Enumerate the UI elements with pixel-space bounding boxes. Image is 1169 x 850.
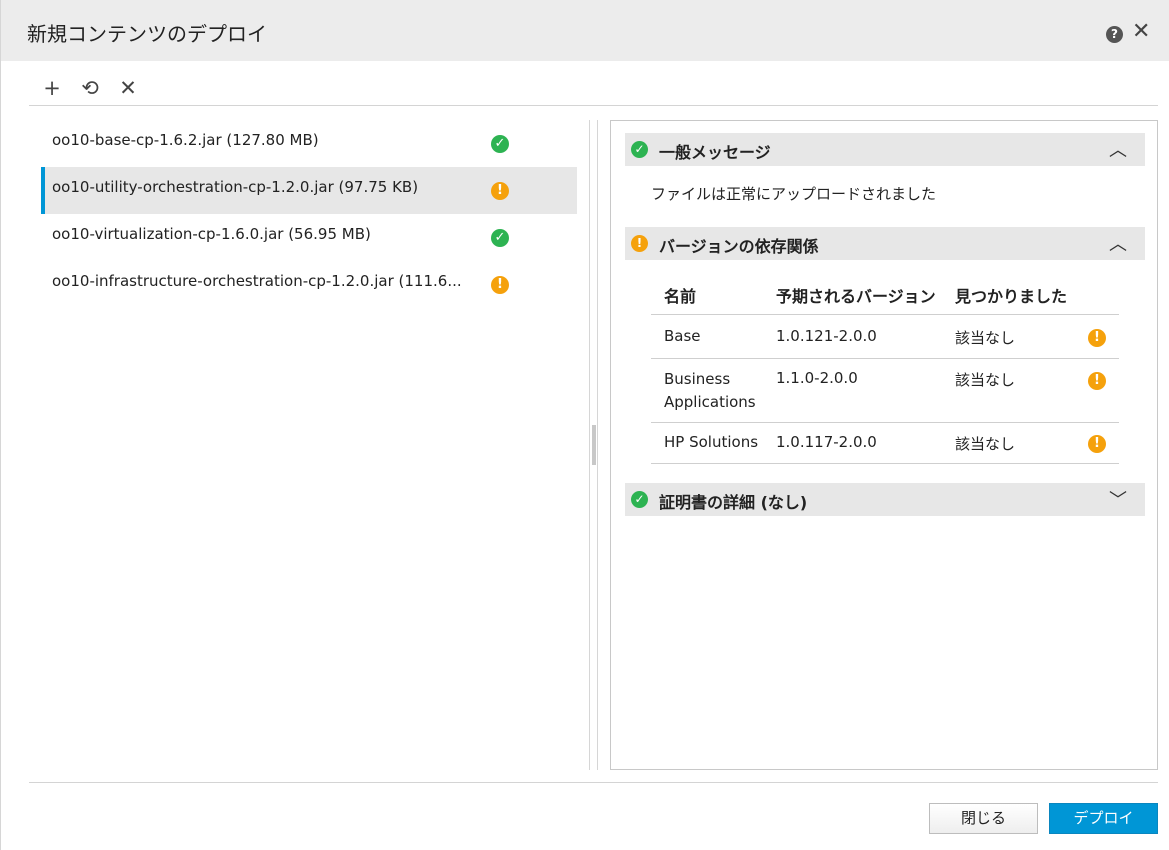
chevron-down-icon[interactable]: ﹀	[1109, 486, 1127, 512]
certificate-section-header[interactable]: ✓ 証明書の詳細 (なし) ﹀	[625, 483, 1145, 516]
dependency-name: HP Solutions	[664, 433, 759, 451]
dialog-title: 新規コンテンツのデプロイ	[27, 22, 267, 46]
expected-version: 1.0.117-2.0.0	[776, 433, 877, 451]
file-name: oo10-infrastructure-orchestration-cp-1.2…	[52, 272, 462, 290]
expected-version: 1.0.121-2.0.0	[776, 327, 877, 345]
ok-status-icon: ✓	[631, 141, 648, 158]
warning-status-icon: !	[1088, 372, 1106, 390]
version-dependency-section-header[interactable]: ! バージョンの依存関係 ︿	[625, 227, 1145, 260]
section-title: バージョンの依存関係	[659, 237, 819, 256]
file-list-item[interactable]: oo10-virtualization-cp-1.6.0.jar (56.95 …	[41, 214, 577, 261]
column-header-expected: 予期されるバージョン	[776, 287, 936, 306]
found-version: 該当なし	[955, 329, 1016, 347]
splitter-line	[597, 120, 598, 770]
dependency-name: Base	[664, 327, 701, 345]
close-icon[interactable]: ✕	[1132, 20, 1150, 44]
splitter-line	[589, 120, 590, 770]
close-button[interactable]: 閉じる	[929, 803, 1038, 834]
warning-status-icon: !	[491, 276, 509, 294]
section-title: 一般メッセージ	[659, 143, 771, 162]
table-row: Business Applications 1.1.0-2.0.0 該当なし !	[651, 359, 1119, 423]
refresh-icon[interactable]: ⟲	[79, 76, 101, 100]
warning-status-icon: !	[1088, 329, 1106, 347]
found-version: 該当なし	[955, 371, 1016, 389]
footer-divider	[29, 782, 1158, 783]
splitter-handle[interactable]	[592, 425, 596, 465]
table-row: Base 1.0.121-2.0.0 該当なし !	[651, 315, 1119, 359]
column-header-found: 見つかりました	[955, 287, 1068, 306]
details-panel: ✓ 一般メッセージ ︿ ファイルは正常にアップロードされました ! バージョンの…	[610, 120, 1158, 770]
file-list-item[interactable]: oo10-base-cp-1.6.2.jar (127.80 MB) ✓	[41, 120, 577, 167]
ok-status-icon: ✓	[491, 229, 509, 247]
file-list-item[interactable]: oo10-infrastructure-orchestration-cp-1.2…	[41, 261, 577, 308]
table-row: HP Solutions 1.0.117-2.0.0 該当なし !	[651, 423, 1119, 464]
general-message-text: ファイルは正常にアップロードされました	[651, 185, 937, 203]
add-icon[interactable]: +	[41, 76, 63, 100]
chevron-up-icon[interactable]: ︿	[1109, 136, 1127, 162]
dependency-name: Business Applications	[664, 370, 756, 411]
found-version: 該当なし	[955, 435, 1016, 453]
deploy-dialog: 新規コンテンツのデプロイ ? ✕ + ⟲ ✕ oo10-base-cp-1.6.…	[0, 0, 1169, 850]
toolbar-divider	[29, 105, 1158, 106]
expected-version: 1.1.0-2.0.0	[776, 369, 858, 387]
warning-status-icon: !	[1088, 435, 1106, 453]
general-message-section-header[interactable]: ✓ 一般メッセージ ︿	[625, 133, 1145, 166]
remove-icon[interactable]: ✕	[117, 76, 139, 100]
column-header-name: 名前	[664, 287, 697, 306]
file-name: oo10-base-cp-1.6.2.jar (127.80 MB)	[52, 131, 319, 149]
help-icon[interactable]: ?	[1106, 26, 1123, 43]
chevron-up-icon[interactable]: ︿	[1109, 230, 1127, 256]
file-name: oo10-utility-orchestration-cp-1.2.0.jar …	[52, 178, 419, 196]
warning-status-icon: !	[631, 235, 648, 252]
table-header: 名前 予期されるバージョン 見つかりました	[651, 271, 1119, 315]
section-title: 証明書の詳細 (なし)	[659, 493, 808, 512]
dependency-table: 名前 予期されるバージョン 見つかりました Base 1.0.121-2.0.0…	[651, 271, 1119, 464]
deploy-button[interactable]: デプロイ	[1049, 803, 1158, 834]
file-name: oo10-virtualization-cp-1.6.0.jar (56.95 …	[52, 225, 371, 243]
file-list-item-selected[interactable]: oo10-utility-orchestration-cp-1.2.0.jar …	[41, 167, 577, 214]
ok-status-icon: ✓	[631, 491, 648, 508]
warning-status-icon: !	[491, 182, 509, 200]
dialog-titlebar: 新規コンテンツのデプロイ ? ✕	[1, 0, 1169, 61]
ok-status-icon: ✓	[491, 135, 509, 153]
file-list: oo10-base-cp-1.6.2.jar (127.80 MB) ✓ oo1…	[41, 120, 577, 308]
toolbar: + ⟲ ✕	[41, 73, 139, 103]
